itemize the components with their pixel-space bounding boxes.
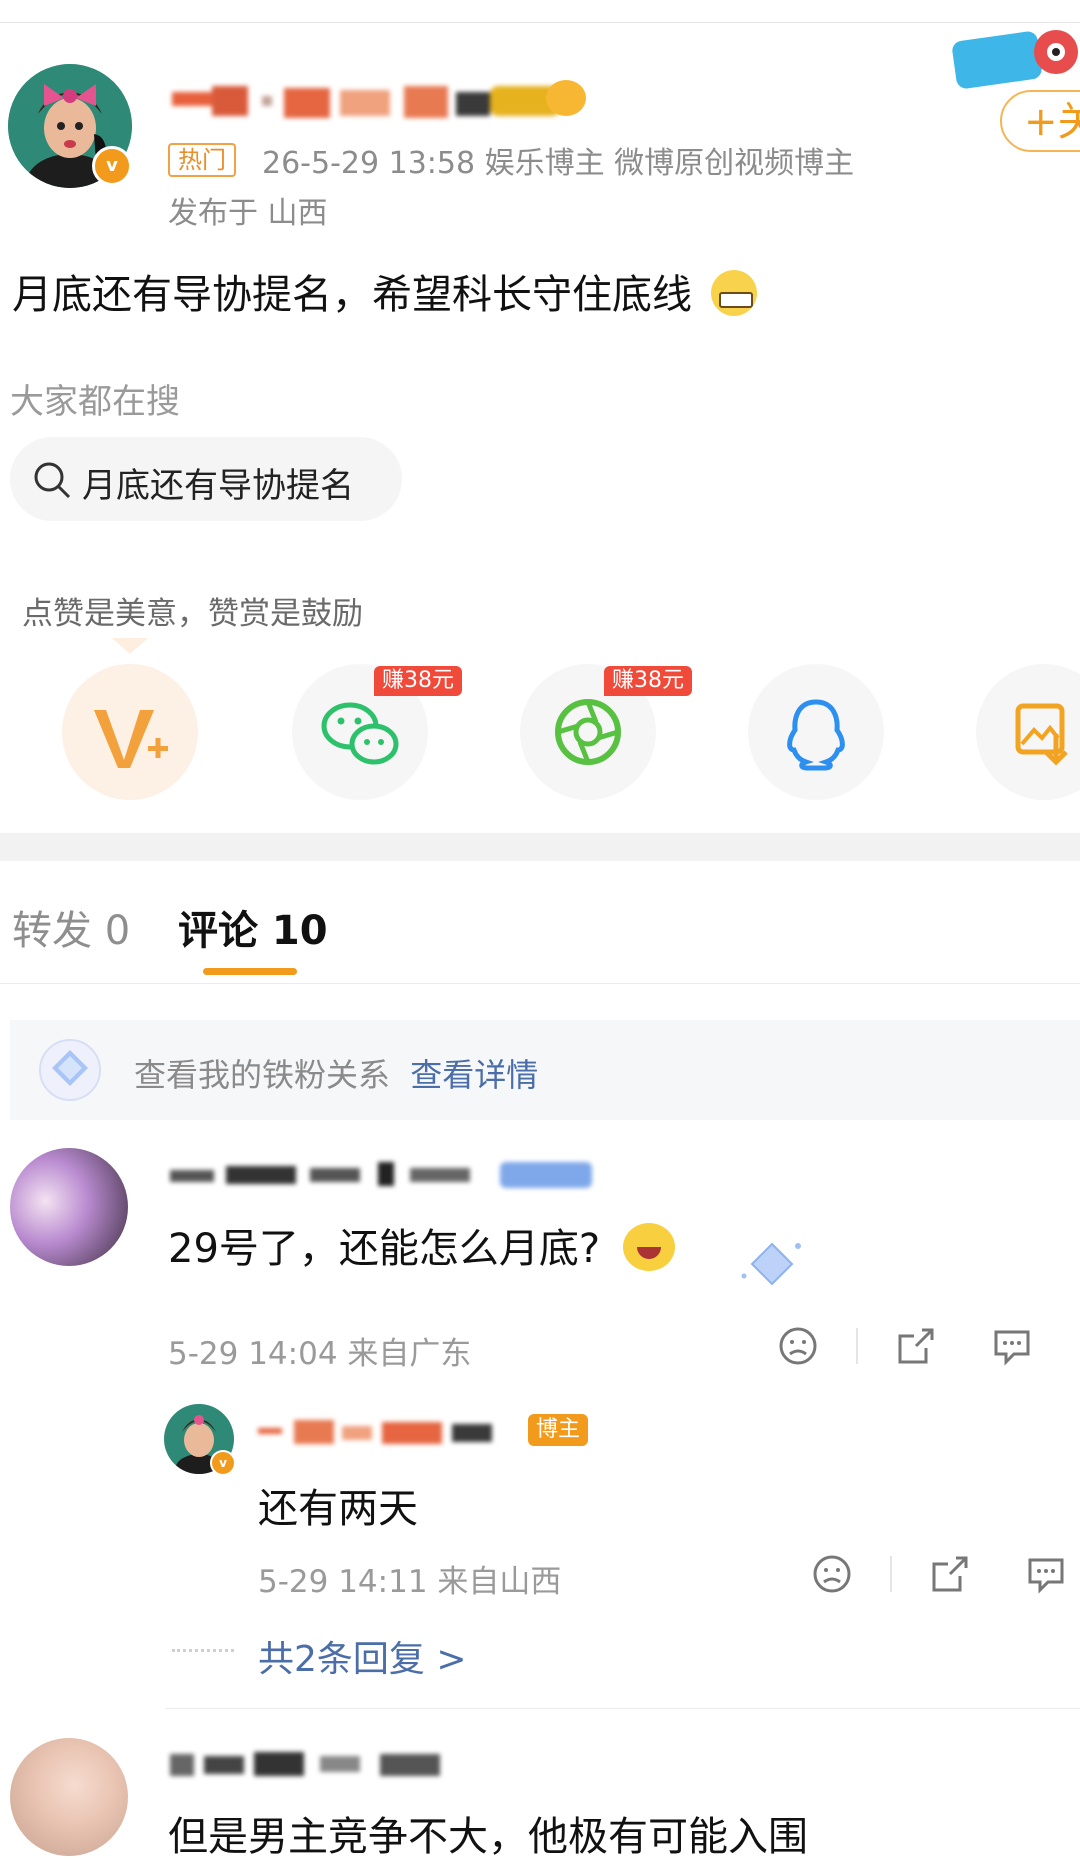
post-text: 月底还有导协提名，希望科长守住底线 — [12, 262, 757, 320]
qq-share-button[interactable] — [748, 664, 884, 800]
hint-pointer — [112, 638, 148, 654]
reply-share-icon-glyph — [932, 1556, 968, 1592]
reply-dislike-icon-glyph — [813, 1555, 851, 1593]
comment-text: 29号了，还能怎么月底? — [168, 1216, 675, 1275]
reply-icon-glyph — [994, 1330, 1030, 1366]
reply-author-name-blur — [258, 1420, 492, 1444]
tabs-divider — [0, 983, 1080, 984]
search-section-title: 大家都在搜 — [10, 382, 180, 422]
diamond-icon-glyph — [39, 1039, 101, 1101]
dislike-icon-glyph — [779, 1327, 817, 1365]
tab-comments[interactable]: 评论 10 — [178, 898, 328, 956]
reply-author-name[interactable] — [258, 1414, 508, 1452]
reply-reply-icon[interactable] — [1026, 1554, 1066, 1598]
reply-action-separator — [890, 1556, 892, 1592]
fan-relation-text: 查看我的铁粉关系 查看详情 — [134, 1050, 538, 1096]
promo-badge-shape — [952, 30, 1078, 89]
reply-text: 还有两天 — [258, 1486, 418, 1532]
author-name[interactable] — [172, 78, 592, 128]
fan-relation-label: 查看我的铁粉关系 — [134, 1056, 391, 1094]
search-icon — [32, 460, 72, 504]
commenter-avatar-2[interactable] — [10, 1738, 128, 1856]
fish-emoji-icon — [546, 80, 586, 116]
section-separator — [0, 833, 1080, 861]
reply-icon[interactable] — [992, 1326, 1032, 1370]
sparkle-diamond-glyph — [741, 1242, 801, 1286]
replies-dots — [172, 1649, 234, 1654]
reply-meta: 5-29 14:11 来自山西 — [258, 1564, 562, 1600]
dislike-icon[interactable] — [778, 1326, 818, 1370]
qq-icon — [787, 699, 845, 771]
action-separator — [856, 1328, 858, 1364]
commenter-name-2-blur — [170, 1752, 440, 1776]
post-text-content: 月底还有导协提名，希望科长守住底线 — [12, 272, 692, 318]
sparkle-diamond-icon — [736, 1236, 808, 1296]
reward-v-icon — [94, 710, 168, 768]
commenter-name-2[interactable] — [170, 1746, 480, 1784]
commenter-name-blur — [170, 1162, 592, 1188]
save-image-button[interactable] — [976, 664, 1080, 800]
fan-relation-link[interactable]: 查看详情 — [410, 1056, 538, 1094]
reply-dislike-icon[interactable] — [812, 1554, 852, 1598]
blogger-badge: 博主 — [528, 1414, 589, 1446]
verified-badge-icon: v — [92, 146, 132, 186]
save-image-icon — [1015, 703, 1068, 766]
author-name-blur — [172, 86, 560, 118]
reply-share-icon[interactable] — [930, 1554, 970, 1598]
comment-text-content: 29号了，还能怎么月底? — [168, 1226, 601, 1272]
post-meta: 26-5-29 13:58 娱乐博主 微博原创视频博主 — [262, 146, 855, 181]
diamond-icon — [36, 1036, 104, 1108]
comment-text-2: 但是男主竞争不大，他极有可能入围 — [168, 1814, 808, 1860]
commenter-name[interactable] — [170, 1158, 600, 1196]
tab-active-indicator — [203, 968, 297, 975]
laugh-cry-emoji-icon — [622, 1223, 675, 1271]
reply-verified-icon: v — [210, 1450, 236, 1476]
hot-tag: 热门 — [168, 143, 236, 177]
grin-emoji-icon — [710, 270, 757, 316]
commenter-avatar[interactable] — [10, 1148, 128, 1266]
reward-hint: 点赞是美意，赞赏是鼓励 — [22, 596, 363, 632]
comment-meta: 5-29 14:04 来自广东 — [168, 1336, 472, 1372]
reward-button[interactable] — [62, 664, 198, 800]
earn-badge-wechat: 赚38元 — [374, 666, 462, 696]
share-icon[interactable] — [896, 1326, 936, 1370]
top-divider — [0, 22, 1080, 23]
earn-badge-moments: 赚38元 — [604, 666, 692, 696]
search-icon-glyph — [34, 462, 71, 499]
promo-badge-icon[interactable] — [950, 30, 1080, 90]
follow-button[interactable]: +关 — [1000, 90, 1080, 152]
tab-repost[interactable]: 转发 0 — [12, 898, 130, 956]
comment-divider — [165, 1708, 1080, 1709]
share-icon-glyph — [898, 1328, 934, 1364]
search-suggestion-text: 月底还有导协提名 — [82, 466, 354, 506]
reply-reply-icon-glyph — [1028, 1558, 1064, 1594]
view-more-replies-link[interactable]: 共2条回复 > — [258, 1630, 467, 1682]
post-location: 发布于 山西 — [168, 196, 328, 231]
